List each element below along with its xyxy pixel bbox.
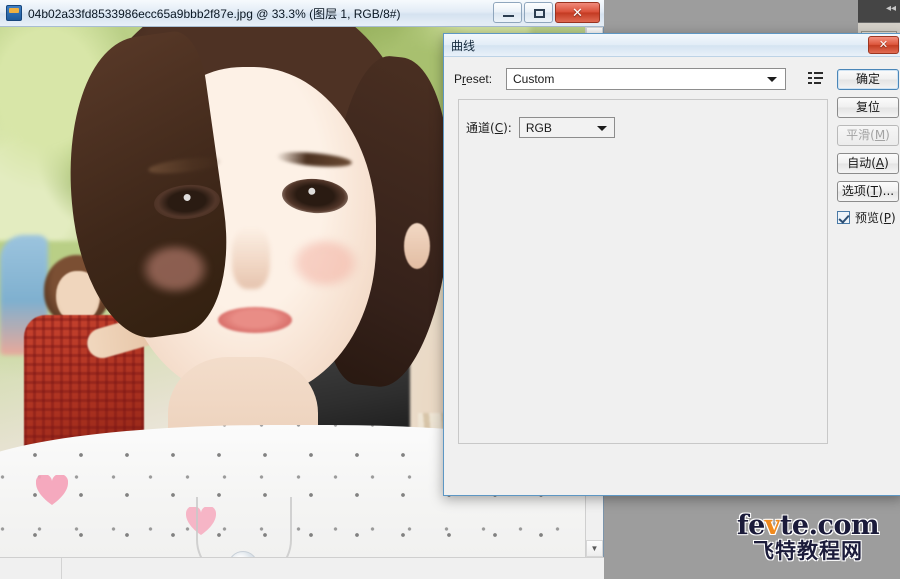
curves-dialog-close-button[interactable]: ✕ (868, 36, 899, 54)
restore-icon (534, 9, 545, 18)
window-controls: ✕ (493, 2, 600, 23)
restore-button[interactable] (524, 2, 553, 23)
watermark: fevte.com 飞特教程网 (722, 512, 894, 564)
status-zoom-field[interactable] (0, 558, 62, 579)
smooth-button: 平滑(M) (837, 125, 899, 146)
photo-subject-blush-left (140, 243, 210, 295)
preview-checkbox[interactable] (837, 211, 850, 224)
close-button[interactable]: ✕ (555, 2, 600, 23)
photo-subject-lips (218, 307, 292, 333)
minimize-icon (503, 15, 514, 17)
reset-button[interactable]: 复位 (837, 97, 899, 118)
status-info-field (62, 558, 604, 579)
scroll-down-arrow-icon[interactable]: ▼ (586, 540, 603, 557)
minimize-button[interactable] (493, 2, 522, 23)
curves-groupbox (458, 99, 828, 444)
options-button[interactable]: 选项(T)... (837, 181, 899, 202)
preset-dropdown[interactable]: Custom (506, 68, 786, 90)
photo-subject-ear (404, 223, 430, 269)
watermark-domain: fevte.com (722, 512, 894, 540)
curves-dialog-titlebar[interactable]: 曲线 ✕ (444, 34, 900, 57)
channel-label: 通道(C): (466, 119, 512, 136)
curves-dialog-title: 曲线 (451, 37, 475, 54)
document-title: 04b02a33fd8533986ecc65a9bbb2f87e.jpg @ 3… (28, 5, 400, 22)
photo-subject-nose (232, 227, 270, 289)
curves-dialog[interactable]: 曲线 ✕ Preset: Custom 通道(C): RGB (443, 33, 900, 496)
document-titlebar[interactable]: 04b02a33fd8533986ecc65a9bbb2f87e.jpg @ 3… (0, 0, 604, 27)
chevron-down-icon (767, 77, 777, 82)
chevron-down-icon (597, 126, 607, 131)
preset-label: Preset: (454, 72, 506, 86)
screen-root: ◂◂ 04b02a33fd8533986ecc65a9bbb2f87e.jpg … (0, 0, 900, 579)
auto-button[interactable]: 自动(A) (837, 153, 899, 174)
preset-row: Preset: Custom (454, 68, 799, 90)
channel-value: RGB (526, 121, 552, 135)
document-status-bar[interactable] (0, 557, 604, 579)
photo-subject-necklace-chain (196, 497, 292, 557)
close-icon: ✕ (556, 3, 599, 22)
photoshop-document-icon (6, 5, 22, 21)
channel-dropdown[interactable]: RGB (519, 117, 615, 138)
channel-row: 通道(C): RGB (466, 117, 615, 138)
collapse-arrows-icon[interactable]: ◂◂ (886, 4, 896, 14)
watermark-chinese: 飞特教程网 (722, 540, 894, 563)
dialog-button-column: 确定复位平滑(M) 自动(A) 选项(T)... 预览(P) (837, 69, 899, 226)
photo-subject-blush-right (290, 237, 360, 289)
preview-label: 预览(P) (855, 209, 896, 226)
preset-menu-icon[interactable] (808, 72, 823, 85)
preset-value: Custom (513, 72, 554, 86)
curves-dialog-body: Preset: Custom 通道(C): RGB (444, 57, 900, 496)
preview-row[interactable]: 预览(P) (837, 209, 899, 226)
ok-button[interactable]: 确定 (837, 69, 899, 90)
